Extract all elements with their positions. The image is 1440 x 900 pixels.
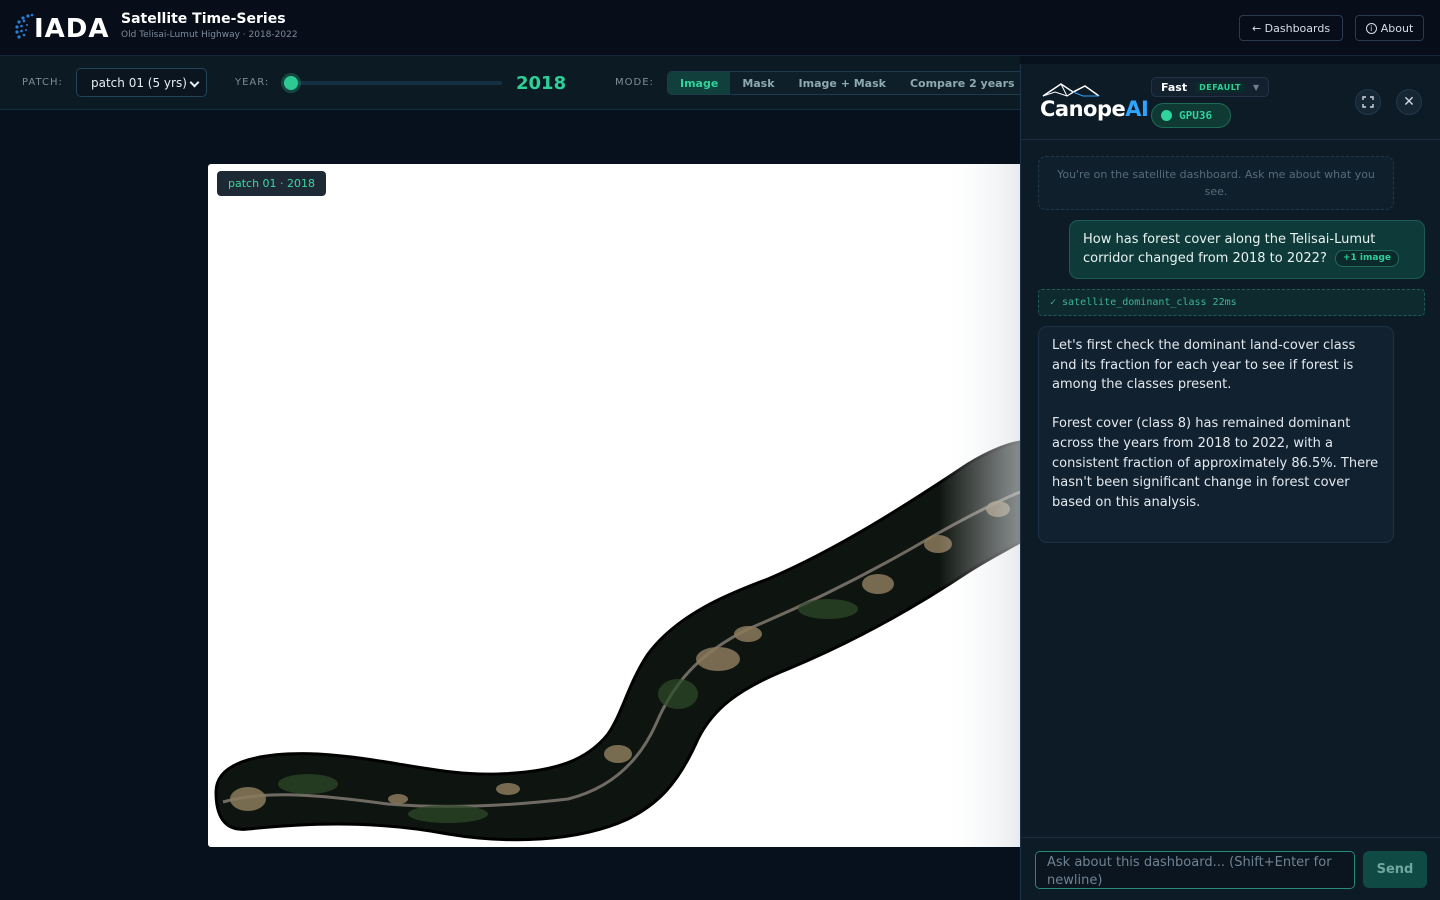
about-button[interactable]: i About xyxy=(1355,15,1424,41)
user-message-text: How has forest cover along the Telisai-L… xyxy=(1083,232,1376,266)
corridor-image xyxy=(208,164,1020,847)
gpu-label: GPU36 xyxy=(1179,109,1213,122)
chat-composer: Send xyxy=(1021,837,1440,900)
logo-text: IADA xyxy=(34,14,110,44)
close-button[interactable]: ✕ xyxy=(1396,89,1422,115)
assistant-header: CanopeAI Fast DEFAULT ▼ GPU36 ✕ xyxy=(1021,64,1440,140)
send-button[interactable]: Send xyxy=(1363,851,1427,888)
mode-compare-button[interactable]: Compare 2 years xyxy=(898,72,1027,94)
caret-down-icon: ▼ xyxy=(1252,82,1260,92)
expand-icon xyxy=(1362,96,1374,108)
assistant-panel: CanopeAI Fast DEFAULT ▼ GPU36 ✕ You're o… xyxy=(1020,64,1440,900)
patch-tag: patch 01 · 2018 xyxy=(217,171,327,196)
tool-call-indicator[interactable]: ✓ satellite_dominant_class 22ms xyxy=(1038,289,1425,316)
controls-bar: PATCH: patch 01 (5 yrs) YEAR: 2018 MODE:… xyxy=(0,56,1028,110)
mode-image-mask-button[interactable]: Image + Mask xyxy=(787,72,898,94)
brand-accent: AI xyxy=(1125,97,1149,121)
expand-button[interactable] xyxy=(1355,89,1381,115)
mode-mask-button[interactable]: Mask xyxy=(730,72,786,94)
system-message: You're on the satellite dashboard. Ask m… xyxy=(1038,156,1394,210)
brand-main: Canope xyxy=(1040,97,1126,121)
patch-label: PATCH: xyxy=(22,77,63,88)
patch-select[interactable]: patch 01 (5 yrs) xyxy=(76,68,207,97)
gpu-status-badge: GPU36 xyxy=(1151,103,1231,128)
patch-select-value: patch 01 (5 yrs) xyxy=(91,75,187,90)
mode-image-button[interactable]: Image xyxy=(668,72,731,94)
close-icon: ✕ xyxy=(1403,94,1415,110)
brand-name: CanopeAI xyxy=(1040,97,1149,121)
info-icon: i xyxy=(1365,22,1377,34)
mode-toggle-group: Image Mask Image + Mask Compare 2 years xyxy=(667,71,1028,95)
assistant-paragraph: Forest cover (class 8) has remained domi… xyxy=(1052,416,1379,510)
assistant-message: Let's first check the dominant land-cove… xyxy=(1038,326,1394,543)
dashboards-button[interactable]: ← Dashboards xyxy=(1239,15,1343,41)
top-bar: IADA Satellite Time-Series Old Telisai-L… xyxy=(0,0,1440,56)
user-message: How has forest cover along the Telisai-L… xyxy=(1069,220,1425,279)
default-badge: DEFAULT xyxy=(1195,81,1245,93)
assistant-paragraph: Let's first check the dominant land-cove… xyxy=(1052,338,1356,393)
model-selector[interactable]: Fast DEFAULT ▼ xyxy=(1151,77,1269,97)
satellite-patch-image[interactable] xyxy=(208,164,1020,847)
dashboards-label: ← Dashboards xyxy=(1251,21,1331,35)
model-name: Fast xyxy=(1161,80,1188,94)
app-title: Satellite Time-Series xyxy=(121,11,286,27)
app-subtitle: Old Telisai-Lumut Highway · 2018-2022 xyxy=(121,30,298,40)
year-slider-track[interactable] xyxy=(285,81,502,85)
year-value: 2018 xyxy=(516,73,567,94)
chevron-down-icon xyxy=(189,77,200,88)
year-slider-handle[interactable] xyxy=(284,76,298,90)
attachment-badge[interactable]: +1 image xyxy=(1335,250,1400,267)
status-dot-icon xyxy=(1161,110,1172,121)
about-label: About xyxy=(1380,21,1414,35)
year-label: YEAR: xyxy=(235,77,270,88)
chat-input[interactable] xyxy=(1035,851,1355,889)
mode-label: MODE: xyxy=(615,77,654,88)
